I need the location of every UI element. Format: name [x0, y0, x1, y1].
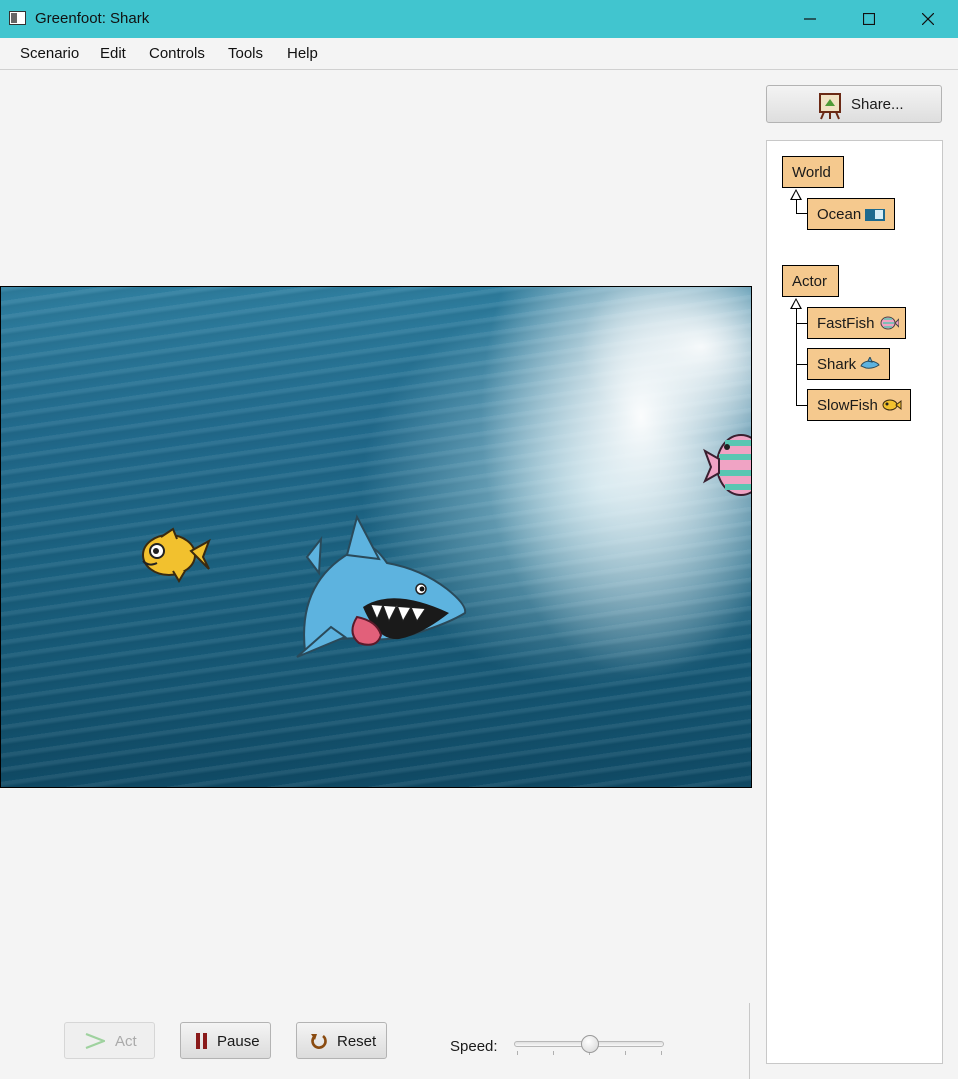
- ocean-icon: [865, 209, 886, 221]
- menu-help[interactable]: Help: [287, 45, 318, 62]
- class-slowfish[interactable]: SlowFish: [807, 389, 911, 421]
- speed-tick: [553, 1051, 554, 1055]
- class-actor-label: Actor: [792, 273, 828, 290]
- shark-actor[interactable]: [296, 514, 467, 787]
- close-icon: [922, 13, 934, 25]
- menu-edit[interactable]: Edit: [100, 45, 126, 62]
- close-button[interactable]: [899, 0, 957, 38]
- speed-tick: [625, 1051, 626, 1055]
- pause-icon: [196, 1033, 207, 1049]
- reset-button[interactable]: Reset: [296, 1022, 387, 1059]
- inheritance-arrow-actor: [790, 298, 802, 309]
- class-world[interactable]: World: [782, 156, 844, 188]
- minimize-button[interactable]: [781, 0, 839, 38]
- class-fastfish[interactable]: FastFish: [807, 307, 906, 339]
- class-shark-label: Shark: [817, 356, 857, 373]
- act-arrow-icon: [85, 1033, 105, 1049]
- share-label: Share...: [851, 96, 904, 113]
- maximize-icon: [863, 13, 875, 25]
- menu-bar: Scenario Edit Controls Tools Help: [0, 38, 958, 70]
- class-fastfish-label: FastFish: [817, 315, 875, 332]
- speed-tick: [517, 1051, 518, 1055]
- class-ocean[interactable]: Ocean: [807, 198, 895, 230]
- class-slowfish-label: SlowFish: [817, 397, 878, 414]
- slowfish-icon: [882, 399, 902, 411]
- reset-label: Reset: [337, 1033, 377, 1050]
- pause-label: Pause: [217, 1033, 260, 1050]
- menu-scenario[interactable]: Scenario: [20, 45, 79, 62]
- class-shark[interactable]: Shark: [807, 348, 890, 380]
- speed-slider-thumb[interactable]: [581, 1035, 599, 1053]
- menu-controls[interactable]: Controls: [149, 45, 205, 62]
- maximize-button[interactable]: [840, 0, 898, 38]
- speed-tick: [661, 1051, 662, 1055]
- class-diagram-panel: World Ocean Actor FastFish Shark SlowFis…: [766, 140, 943, 1064]
- menu-tools[interactable]: Tools: [228, 45, 263, 62]
- inheritance-arrow-world: [790, 189, 802, 200]
- pause-button[interactable]: Pause: [180, 1022, 271, 1059]
- shark-icon: [860, 357, 880, 369]
- title-bar: Greenfoot: Shark: [0, 0, 958, 38]
- slowfish-actor[interactable]: [142, 527, 211, 583]
- panel-divider: [749, 1003, 750, 1079]
- act-label: Act: [115, 1033, 137, 1050]
- window-title: Greenfoot: Shark: [35, 10, 150, 27]
- inheritance-line: [796, 200, 797, 214]
- speed-label: Speed:: [450, 1038, 498, 1055]
- act-button[interactable]: Act: [64, 1022, 155, 1059]
- fastfish-icon: [880, 316, 899, 330]
- class-actor[interactable]: Actor: [782, 265, 839, 297]
- world-canvas[interactable]: [0, 286, 752, 788]
- world-scene: [142, 434, 751, 787]
- reset-icon: [311, 1034, 327, 1049]
- share-easel-icon: [819, 93, 841, 120]
- minimize-icon: [804, 18, 816, 20]
- app-icon: [9, 11, 26, 25]
- class-ocean-label: Ocean: [817, 206, 862, 223]
- class-world-label: World: [792, 164, 831, 181]
- share-button[interactable]: Share...: [766, 85, 942, 123]
- fastfish-actor[interactable]: [702, 434, 751, 496]
